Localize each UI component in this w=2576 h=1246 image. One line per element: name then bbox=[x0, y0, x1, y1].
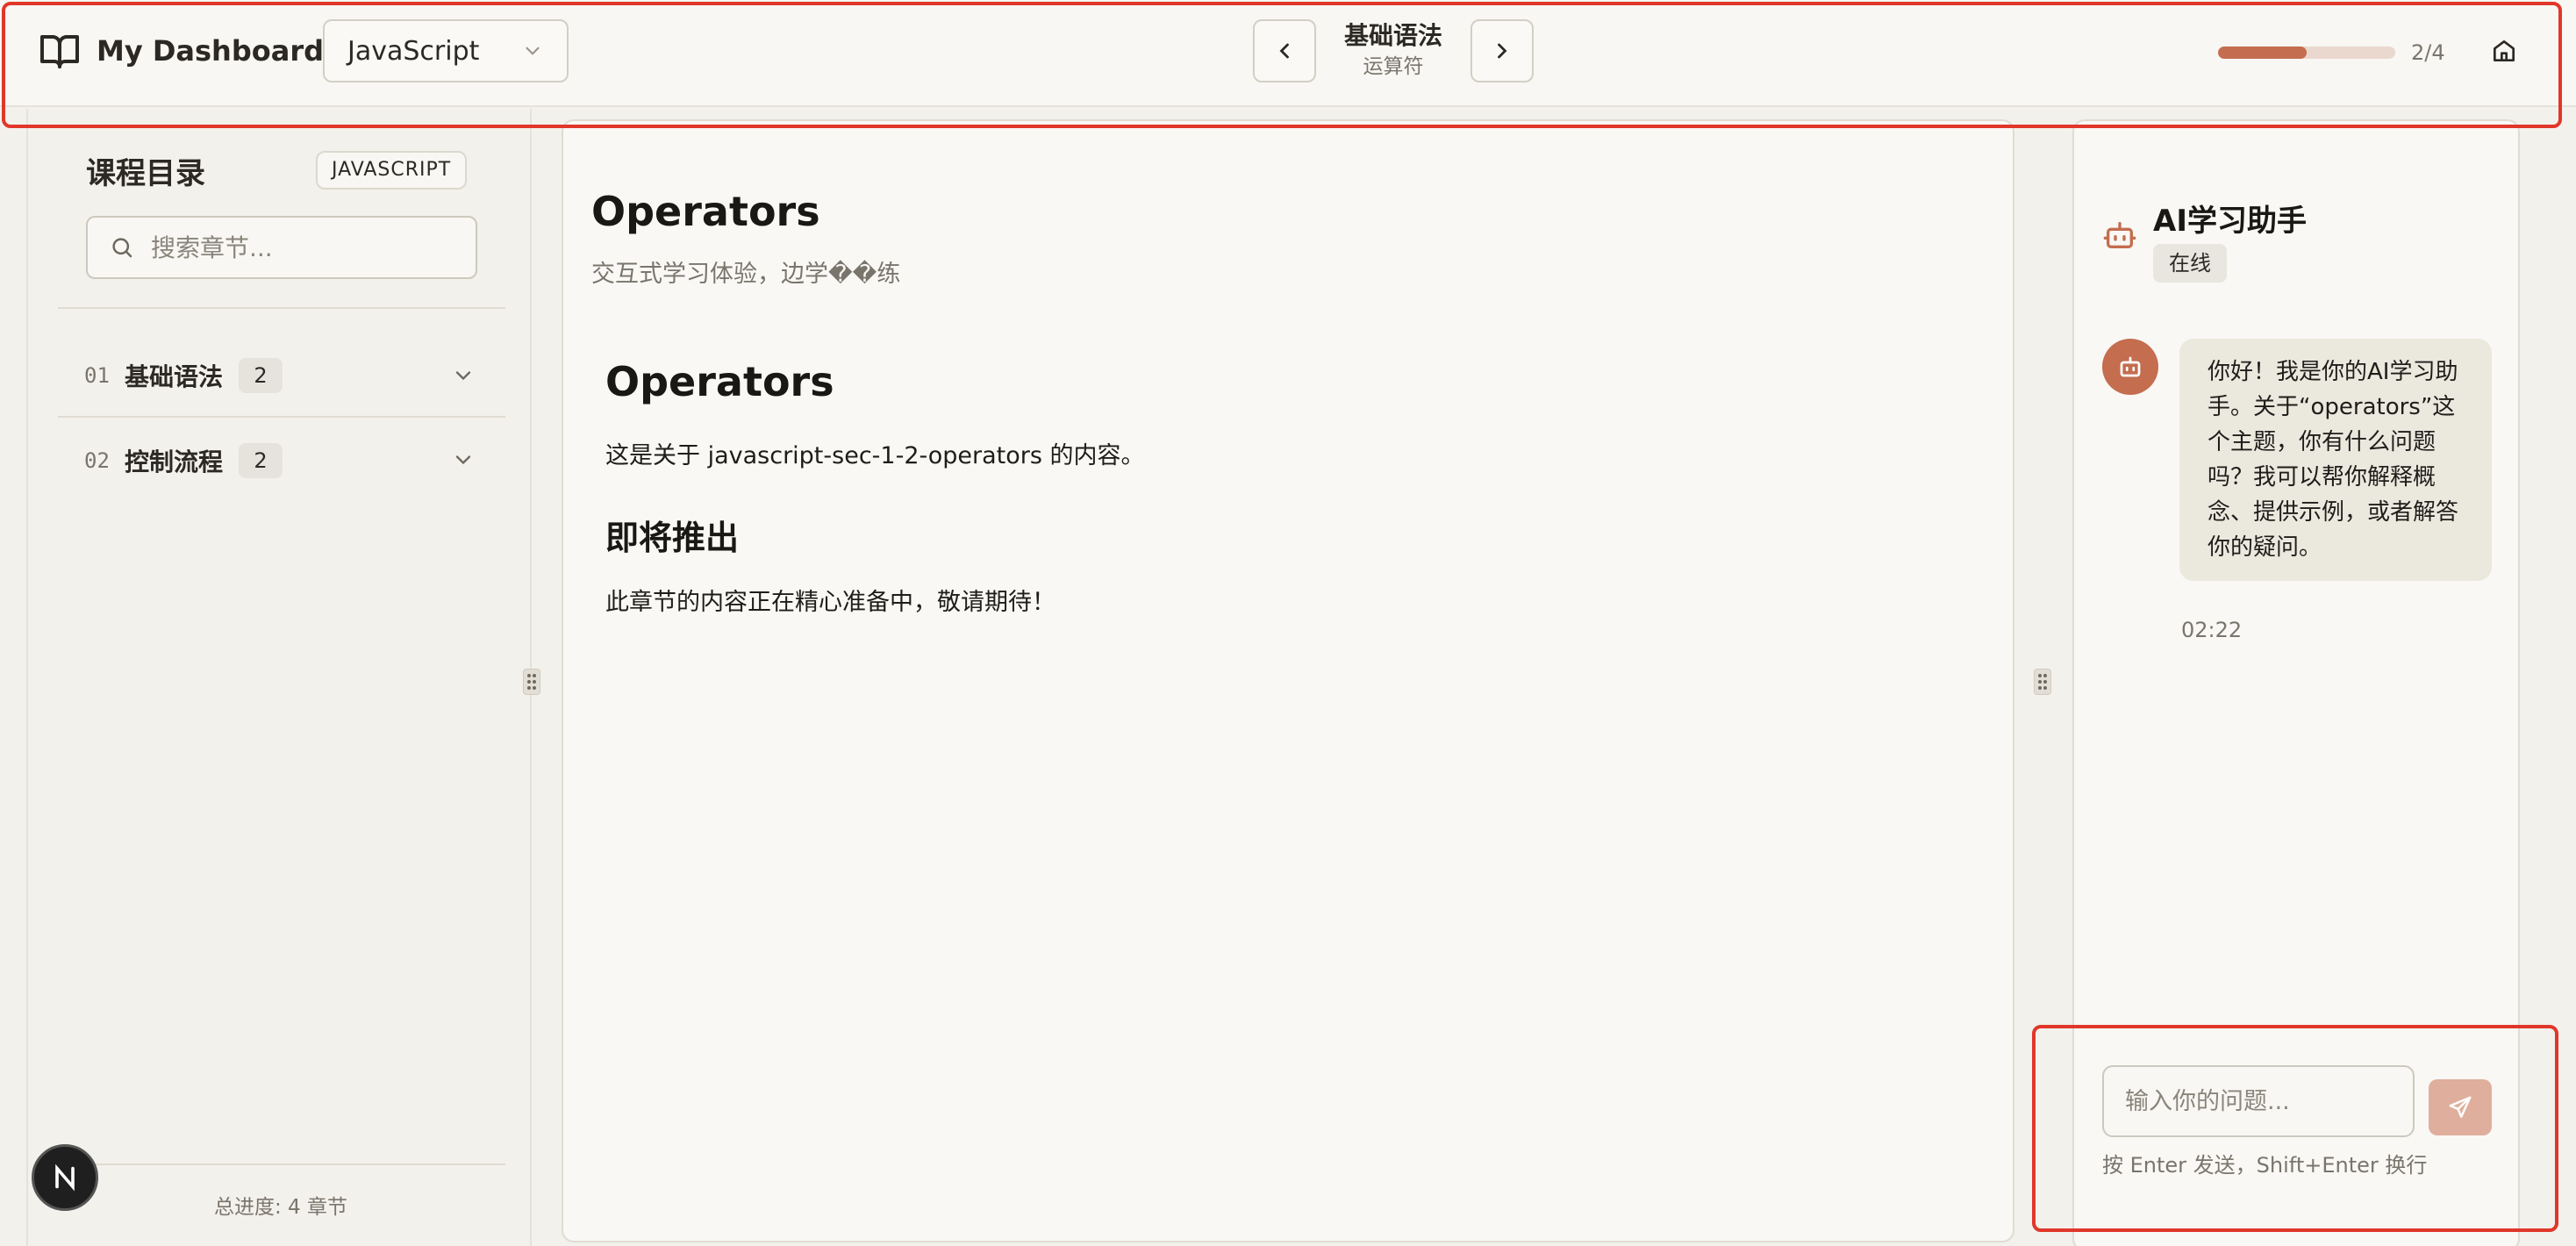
chapter-number: 01 bbox=[84, 363, 110, 388]
top-header: My Dashboard JavaScript 基础语法 运算符 2/4 bbox=[0, 0, 2576, 107]
chapter-name: 控制流程 bbox=[125, 448, 224, 476]
chevron-right-icon bbox=[1498, 43, 1507, 59]
chapter-count-badge: 2 bbox=[239, 358, 283, 393]
framework-badge[interactable] bbox=[32, 1144, 98, 1211]
search-icon bbox=[112, 238, 132, 258]
brand-title: My Dashboard bbox=[97, 34, 324, 68]
book-open-icon bbox=[40, 35, 79, 68]
language-tag: JAVASCRIPT bbox=[316, 151, 468, 190]
chapter-item[interactable]: 02 控制流程 2 bbox=[58, 419, 505, 502]
course-progress: 2/4 bbox=[2218, 40, 2445, 65]
chevron-down-icon[interactable] bbox=[451, 448, 476, 472]
send-icon bbox=[2449, 1096, 2472, 1118]
lesson-title: Operators bbox=[591, 188, 820, 235]
chapter-search-input[interactable] bbox=[151, 233, 467, 262]
home-icon bbox=[2494, 40, 2515, 61]
chat-input-box[interactable] bbox=[2102, 1065, 2415, 1137]
avatar bbox=[2102, 339, 2158, 395]
sidebar-divider bbox=[58, 307, 505, 309]
chapter-count-badge: 2 bbox=[239, 443, 283, 478]
article-body: 此章节的内容正在精心准备中，敬请期待！ bbox=[605, 589, 1055, 616]
lesson-breadcrumb: 基础语法 运算符 bbox=[1316, 19, 1470, 81]
progress-fill bbox=[2218, 47, 2307, 59]
lesson-article: Operators 这是关于 javascript-sec-1-2-operat… bbox=[605, 358, 1921, 620]
bot-icon bbox=[2103, 222, 2136, 248]
lesson-subtitle: 交互式学习体验，边学��练 bbox=[591, 261, 901, 288]
home-button[interactable] bbox=[2487, 33, 2522, 68]
chevron-down-icon bbox=[526, 47, 540, 55]
total-progress-text: 总进度: 4 章节 bbox=[213, 1196, 347, 1219]
n-logo-icon bbox=[55, 1164, 75, 1192]
chevron-left-icon bbox=[1279, 43, 1289, 59]
language-select[interactable]: JavaScript bbox=[323, 19, 569, 82]
sidebar-footer-divider bbox=[58, 1164, 505, 1165]
chapter-item[interactable]: 01 基础语法 2 bbox=[58, 335, 505, 418]
chat-resize-handle[interactable] bbox=[2034, 669, 2051, 695]
grip-icon bbox=[2038, 674, 2047, 690]
article-subheading: 即将推出 bbox=[605, 519, 740, 557]
sidebar-resize-handle[interactable] bbox=[523, 669, 540, 695]
brand[interactable]: My Dashboard bbox=[39, 30, 324, 72]
chapter-search[interactable] bbox=[86, 216, 477, 279]
lesson-content: Operators 交互式学习体验，边学��练 Operators 这是关于 j… bbox=[562, 119, 2014, 1242]
grip-icon bbox=[527, 674, 536, 690]
previous-lesson-button[interactable] bbox=[1253, 19, 1316, 82]
chat-input[interactable] bbox=[2125, 1087, 2392, 1115]
chapter-name: 基础语法 bbox=[125, 362, 224, 391]
course-sidebar: 课程目录 JAVASCRIPT 01 基础语法 2 02 控制流程 2 总进度:… bbox=[26, 109, 532, 1246]
sidebar-title: 课程目录 bbox=[86, 156, 205, 191]
breadcrumb-section: 基础语法 bbox=[1343, 21, 1442, 50]
language-select-value: JavaScript bbox=[347, 35, 480, 67]
article-intro: 这是关于 javascript-sec-1-2-operators 的内容。 bbox=[605, 442, 1145, 469]
breadcrumb-lesson: 运算符 bbox=[1363, 55, 1424, 78]
chevron-down-icon[interactable] bbox=[451, 363, 476, 388]
ai-assistant-panel: AI学习助手 在线 你好！我是你的AI学习助手。关于“operators”这个主… bbox=[2072, 119, 2520, 1246]
send-button[interactable] bbox=[2429, 1079, 2492, 1135]
assistant-message: 你好！我是你的AI学习助手。关于“operators”这个主题，你有什么问题吗？… bbox=[2179, 339, 2492, 581]
status-badge: 在线 bbox=[2153, 244, 2227, 283]
message-timestamp: 02:22 bbox=[2181, 618, 2243, 642]
assistant-title: AI学习助手 bbox=[2153, 204, 2307, 239]
chapter-number: 02 bbox=[84, 448, 110, 473]
bot-icon bbox=[2120, 356, 2141, 377]
progress-bar bbox=[2218, 47, 2395, 59]
article-heading: Operators bbox=[605, 358, 834, 405]
next-lesson-button[interactable] bbox=[1470, 19, 1534, 82]
progress-text: 2/4 bbox=[2411, 40, 2445, 65]
input-hint: 按 Enter 发送，Shift+Enter 换行 bbox=[2102, 1153, 2428, 1178]
